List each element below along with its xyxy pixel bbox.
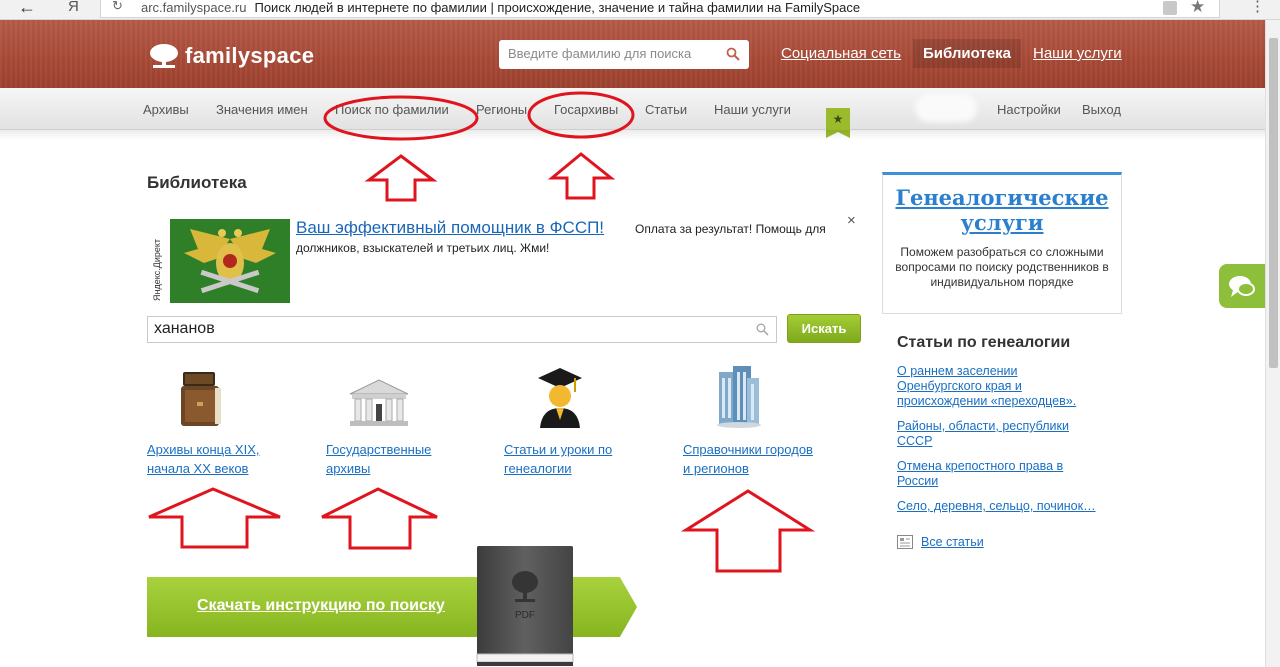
chat-widget-button[interactable] xyxy=(1219,264,1265,308)
surname-search-input[interactable] xyxy=(508,46,718,61)
nav-item-regions[interactable]: Регионы xyxy=(476,102,527,117)
nav-item-articles[interactable]: Статьи xyxy=(645,102,687,117)
page: ← Я ↻ arc.familyspace.ru Поиск людей в ин… xyxy=(0,0,1280,667)
site-logo[interactable]: familyspace xyxy=(147,43,314,69)
category-state-archives-line2: архивы xyxy=(326,461,371,476)
ad-text-line1: Оплата за результат! Помощь для xyxy=(635,222,826,236)
chat-bubble-icon xyxy=(1229,276,1255,297)
category-articles-link[interactable]: Статьи и уроки по генеалогии xyxy=(504,440,612,478)
nav-item-archives[interactable]: Архивы xyxy=(143,102,189,117)
genealogy-services-text: Поможем разобраться со сложными вопросам… xyxy=(895,245,1109,289)
list-icon xyxy=(897,535,913,549)
extension-icon[interactable] xyxy=(1163,1,1177,15)
yandex-direct-ad[interactable]: Яндекс.Директ Ваш эффективный помощник в… xyxy=(147,212,863,306)
address-text[interactable]: arc.familyspace.ru Поиск людей в интернет… xyxy=(141,0,860,15)
blurred-username xyxy=(915,94,977,122)
article-link-ussr[interactable]: Районы, области, республики СССР xyxy=(897,419,1069,449)
pdf-book-icon[interactable]: PDF xyxy=(475,546,575,667)
category-articles-line2: генеалогии xyxy=(504,461,572,476)
skyscraper-icon[interactable] xyxy=(713,366,765,428)
url-domain: arc.familyspace.ru xyxy=(141,0,247,15)
nav-item-services[interactable]: Наши услуги xyxy=(714,102,791,117)
annotation-arrow-surname-search xyxy=(364,154,438,202)
fssp-emblem-image[interactable] xyxy=(170,219,290,303)
all-articles-text: Все статьи xyxy=(921,535,984,549)
article-line: Оренбургского края и xyxy=(897,379,1022,393)
annotation-arrow-state-archives-bottom xyxy=(321,487,438,550)
category-archives-link[interactable]: Архивы конца XIX, начала XX веков xyxy=(147,440,259,478)
search-value: хананов xyxy=(154,320,215,337)
library-search-input[interactable]: хананов xyxy=(147,316,777,343)
article-link-serfdom[interactable]: Отмена крепостного права в России xyxy=(897,459,1063,489)
header-search[interactable] xyxy=(499,40,749,69)
article-line: Отмена крепостного права в xyxy=(897,459,1064,473)
nav-item-name-meanings[interactable]: Значения имен xyxy=(216,102,308,117)
category-directories-line1: Справочники городов xyxy=(683,442,813,457)
article-line: России xyxy=(897,474,939,488)
all-articles-link[interactable]: Все статьи xyxy=(897,535,984,549)
page-title: Библиотека xyxy=(147,173,247,192)
eagle-emblem-icon xyxy=(170,219,290,303)
search-icon[interactable] xyxy=(756,323,769,336)
genealogy-services-box[interactable]: Генеалогические услуги Поможем разобрать… xyxy=(882,172,1122,314)
nav-item-surname-search[interactable]: Поиск по фамилии xyxy=(335,102,449,117)
our-services-link[interactable]: Наши услуги xyxy=(1033,45,1122,62)
ad-tag: Яндекс.Директ xyxy=(147,222,163,306)
bookmark-star-icon[interactable]: ★ xyxy=(1190,0,1205,17)
category-directories-line2: и регионов xyxy=(683,461,749,476)
nav-shadow xyxy=(0,130,1280,140)
tree-logo-icon xyxy=(150,44,178,68)
pdf-label: PDF xyxy=(515,610,535,621)
articles-heading: Статьи по генеалогии xyxy=(897,334,1071,351)
download-instruction-link[interactable]: Скачать инструкцию по поиску xyxy=(197,597,445,615)
ad-text-line2: должников, взыскателей и третьих лиц. Жм… xyxy=(296,241,550,255)
article-line: происхождении «переходцев». xyxy=(897,394,1077,408)
nav-item-logout[interactable]: Выход xyxy=(1082,102,1121,117)
yandex-icon[interactable]: Я xyxy=(68,0,79,15)
back-arrow-icon[interactable]: ← xyxy=(18,0,36,18)
nav-item-state-archives[interactable]: Госархивы xyxy=(554,102,618,117)
article-link-orenburg[interactable]: О раннем заселении Оренбургского края и … xyxy=(897,364,1076,409)
logo-text: familyspace xyxy=(185,43,315,68)
ad-tag-text: Яндекс.Директ xyxy=(152,238,162,301)
annotation-arrow-archives xyxy=(148,487,281,549)
category-state-archives-line1: Государственные xyxy=(326,442,432,457)
article-line: Районы, области, республики xyxy=(897,419,1069,433)
annotation-arrow-directories xyxy=(680,489,816,573)
graduate-icon[interactable] xyxy=(534,366,586,428)
category-articles-line1: Статьи и уроки по xyxy=(504,442,613,457)
close-icon[interactable]: × xyxy=(847,212,856,229)
books-icon[interactable] xyxy=(175,366,227,428)
social-network-link[interactable]: Социальная сеть xyxy=(781,45,901,62)
category-archives-line2: начала XX веков xyxy=(147,461,249,476)
search-button[interactable]: Искать xyxy=(787,314,861,343)
article-line: О раннем заселении xyxy=(897,364,1018,378)
article-line: СССР xyxy=(897,434,933,448)
main-nav: Архивы Значения имен Поиск по фамилии Ре… xyxy=(0,88,1280,138)
reload-icon[interactable]: ↻ xyxy=(112,0,123,14)
nav-item-settings[interactable]: Настройки xyxy=(997,102,1061,117)
category-archives-line1: Архивы конца XIX, xyxy=(147,442,260,457)
article-link-village[interactable]: Село, деревня, сельцо, починок… xyxy=(897,499,1096,514)
services-title-line1: Генеалогические xyxy=(895,185,1109,210)
scrollbar-thumb[interactable] xyxy=(1269,38,1278,368)
search-icon[interactable] xyxy=(726,47,740,61)
category-directories-link[interactable]: Справочники городов и регионов xyxy=(683,440,813,478)
genealogy-services-title[interactable]: Генеалогические услуги xyxy=(883,185,1121,235)
page-scrollbar[interactable] xyxy=(1265,20,1280,667)
ad-title-link[interactable]: Ваш эффективный помощник в ФССП! xyxy=(296,218,604,238)
services-title-line2: услуги xyxy=(960,210,1044,235)
browser-toolbar: ← Я ↻ arc.familyspace.ru Поиск людей в ин… xyxy=(0,0,1280,20)
annotation-arrow-state-archives xyxy=(547,152,616,200)
browser-menu-icon[interactable]: ⋮ xyxy=(1250,0,1265,15)
category-state-archives-link[interactable]: Государственные архивы xyxy=(326,440,431,478)
building-icon[interactable] xyxy=(346,366,412,428)
article-line: Село, деревня, сельцо, починок… xyxy=(897,499,1096,513)
page-title-text: Поиск людей в интернете по фамилии | про… xyxy=(254,0,861,15)
site-header: familyspace Социальная сеть Библиотека Н… xyxy=(0,20,1280,88)
library-link[interactable]: Библиотека xyxy=(913,39,1021,68)
